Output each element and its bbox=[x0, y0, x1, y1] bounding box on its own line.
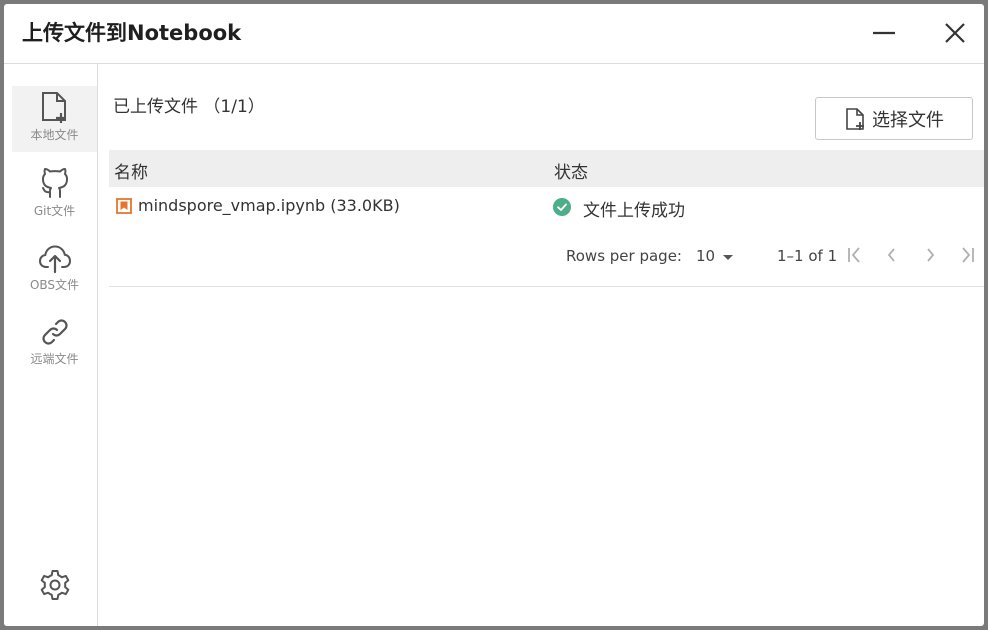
title-bar: 上传文件到Notebook bbox=[4, 4, 984, 64]
minimize-icon bbox=[873, 31, 895, 35]
previous-page-button[interactable] bbox=[879, 242, 905, 268]
last-page-button[interactable] bbox=[954, 242, 980, 268]
cloud-upload-icon bbox=[38, 245, 71, 274]
notebook-file-icon bbox=[116, 198, 132, 214]
rows-per-page-value: 10 bbox=[696, 247, 716, 265]
first-page-icon bbox=[848, 247, 860, 263]
table-header: 名称 状态 bbox=[109, 150, 984, 187]
sidebar-item-label: 本地文件 bbox=[30, 128, 79, 142]
sidebar-item-local-file[interactable]: 本地文件 bbox=[12, 86, 97, 152]
sidebar-item-label: 远端文件 bbox=[30, 352, 79, 366]
main-panel: 已上传文件 （1/1） 选择文件 名称 状态 mindspore_vmap.ip… bbox=[99, 64, 984, 626]
github-icon bbox=[41, 168, 68, 198]
sidebar-item-label: Git文件 bbox=[33, 204, 76, 218]
column-header-name: 名称 bbox=[114, 163, 148, 183]
close-icon bbox=[945, 23, 965, 43]
sidebar-item-label: OBS文件 bbox=[29, 278, 80, 292]
column-header-status: 状态 bbox=[554, 163, 588, 183]
gear-icon bbox=[40, 570, 70, 600]
upload-dialog: 上传文件到Notebook 本地文件 Git文件 OBS文件 远端文件 已上传文… bbox=[4, 4, 984, 626]
first-page-button[interactable] bbox=[842, 242, 868, 268]
chevron-left-icon bbox=[887, 248, 895, 262]
settings-button[interactable] bbox=[37, 568, 73, 604]
close-button[interactable] bbox=[940, 18, 970, 48]
success-check-icon bbox=[553, 198, 571, 216]
uploaded-count-label: 已上传文件 （1/1） bbox=[113, 97, 265, 117]
rows-per-page-label: Rows per page: bbox=[566, 247, 682, 265]
table-row: mindspore_vmap.ipynb (33.0KB) 文件上传成功 bbox=[109, 187, 984, 227]
minimize-button[interactable] bbox=[869, 18, 899, 48]
caret-down-icon bbox=[723, 255, 733, 260]
link-icon bbox=[41, 319, 68, 345]
local-file-icon bbox=[41, 92, 66, 123]
pagination: Rows per page: 10 1–1 of 1 bbox=[99, 234, 984, 274]
sidebar-item-obs-file[interactable]: OBS文件 bbox=[12, 236, 97, 302]
upload-status-text: 文件上传成功 bbox=[583, 201, 685, 221]
add-file-icon bbox=[846, 107, 864, 130]
sidebar: 本地文件 Git文件 OBS文件 远端文件 bbox=[4, 64, 98, 626]
last-page-icon bbox=[962, 247, 974, 263]
rows-per-page-select[interactable]: 10 bbox=[696, 245, 740, 267]
select-file-label: 选择文件 bbox=[872, 109, 944, 131]
page-range: 1–1 of 1 bbox=[777, 247, 838, 265]
sidebar-item-git-file[interactable]: Git文件 bbox=[12, 162, 97, 228]
divider bbox=[109, 286, 984, 287]
dialog-title: 上传文件到Notebook bbox=[22, 21, 242, 45]
chevron-right-icon bbox=[927, 248, 935, 262]
file-name: mindspore_vmap.ipynb (33.0KB) bbox=[138, 196, 400, 215]
next-page-button[interactable] bbox=[917, 242, 943, 268]
select-file-button[interactable]: 选择文件 bbox=[815, 97, 973, 140]
sidebar-item-remote-file[interactable]: 远端文件 bbox=[12, 312, 97, 378]
